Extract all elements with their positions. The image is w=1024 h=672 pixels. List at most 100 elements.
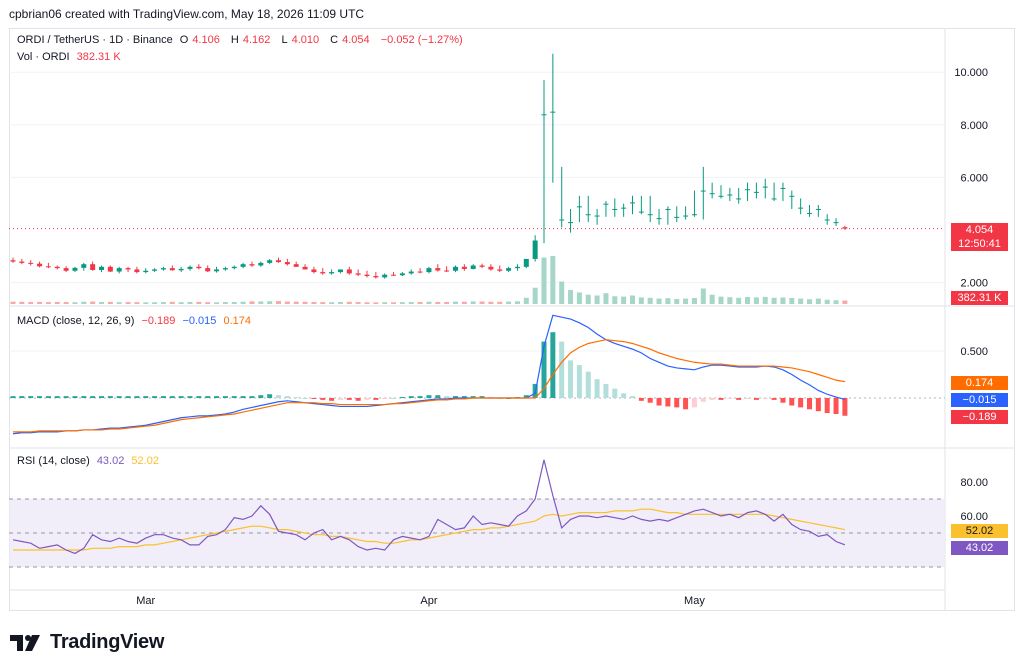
candle-body: [753, 191, 759, 193]
volume-bar: [231, 301, 237, 304]
candle-body: [37, 263, 43, 267]
macd-histogram-bar: [700, 398, 706, 402]
candle-body: [789, 195, 795, 197]
candle-body: [134, 269, 140, 273]
candle-body: [762, 186, 768, 188]
volume-bar: [789, 297, 795, 304]
macd-histogram-bar: [311, 398, 317, 399]
tradingview-logo-icon: [10, 634, 40, 651]
volume-bar: [72, 302, 78, 304]
candle-body: [523, 258, 529, 267]
candle-body: [709, 193, 715, 195]
macd-histogram-bar: [745, 398, 751, 399]
rsi-label[interactable]: RSI (14, close): [17, 455, 90, 467]
candle-body: [435, 268, 441, 271]
volume-bar: [116, 302, 122, 304]
candle-body: [231, 266, 237, 269]
volume-label[interactable]: Vol · ORDI: [17, 51, 70, 63]
macd-histogram-bar: [28, 396, 34, 398]
macd-histogram-bar: [647, 398, 653, 403]
last-price-text: 4.054: [965, 224, 994, 236]
volume-bar: [815, 298, 821, 304]
macd-histogram-bar: [54, 396, 60, 398]
volume-bar: [691, 297, 697, 304]
volume-bar: [19, 301, 25, 304]
macd-histogram-bar: [205, 396, 211, 398]
macd-histogram-bar: [45, 396, 51, 398]
candle-body: [674, 216, 680, 218]
candle-body: [346, 269, 352, 274]
macd-tick-label: 0.500: [960, 346, 988, 358]
macd-histogram-bar: [753, 398, 759, 400]
macd-line-value: −0.015: [182, 315, 217, 327]
countdown-badge: 12:50:41: [951, 237, 1008, 251]
candle-body: [45, 266, 51, 268]
volume-bar: [594, 295, 600, 304]
volume-bar: [134, 302, 140, 304]
volume-bar: [497, 301, 503, 304]
macd-histogram-bar: [798, 398, 804, 408]
macd-line-badge-text: −0.015: [962, 394, 997, 406]
macd-histogram-bar: [674, 398, 680, 408]
volume-bar: [435, 301, 441, 304]
time-axis-label: Apr: [420, 595, 437, 607]
candle-body: [771, 198, 777, 200]
macd-histogram-bar: [727, 398, 733, 399]
macd-line-badge: −0.015: [951, 393, 1008, 407]
macd-histogram-bar: [196, 396, 202, 398]
volume-bar: [621, 296, 627, 304]
macd-histogram-bar: [187, 396, 193, 398]
volume-bar: [187, 301, 193, 304]
close-value: 4.054: [342, 34, 370, 46]
volume-bar: [382, 302, 388, 304]
candle-body: [152, 269, 158, 271]
volume-bar: [37, 301, 43, 304]
volume-bar: [214, 302, 220, 304]
volume-bar: [541, 257, 547, 304]
price-change: −0.052 (−1.27%): [380, 34, 463, 46]
volume-bar: [346, 301, 352, 304]
volume-bar: [311, 301, 317, 304]
volume-bar: [798, 298, 804, 304]
volume-bar: [638, 297, 644, 304]
close-label: C: [330, 34, 339, 46]
candle-body: [19, 261, 25, 263]
candle-body: [532, 240, 538, 259]
candle-body: [727, 194, 733, 196]
volume-bar: [373, 302, 379, 304]
candle-body: [453, 266, 458, 271]
macd-signal-badge-text: 0.174: [965, 377, 994, 389]
candle-body: [488, 266, 494, 270]
volume-bar: [169, 301, 175, 304]
candle-body: [373, 276, 379, 278]
macd-histogram-bar: [807, 398, 812, 410]
volume-bar: [514, 301, 520, 304]
macd-signal-value: 0.174: [223, 315, 251, 327]
candle-body: [196, 266, 202, 269]
macd-histogram-bar: [107, 396, 113, 398]
volume-bar: [576, 292, 582, 304]
candle-body: [125, 268, 131, 270]
macd-histogram-bar: [81, 396, 87, 398]
volume-bar: [364, 302, 370, 304]
time-axis-label: May: [684, 595, 705, 607]
volume-badge-text: 382.31 K: [957, 292, 1002, 304]
candle-body: [382, 274, 388, 278]
candle-body: [107, 266, 113, 272]
macd-histogram-bar: [780, 398, 786, 403]
macd-histogram-bar: [391, 398, 397, 399]
macd-histogram-bar: [355, 398, 361, 401]
volume-bar: [10, 301, 16, 304]
rsi-ma-badge-text: 52.02: [965, 525, 994, 537]
tradingview-logo[interactable]: TradingView: [10, 631, 164, 654]
rsi-ma-value: 52.02: [131, 455, 159, 467]
volume-bar: [276, 301, 281, 304]
symbol-title[interactable]: ORDI / TetherUS · 1D · Binance: [17, 34, 173, 46]
macd-histogram-bar: [231, 396, 237, 398]
candle-body: [550, 111, 556, 113]
volume-bar: [99, 301, 104, 304]
candle-body: [780, 187, 786, 189]
candle-body: [267, 260, 273, 263]
volume-bar: [674, 298, 680, 304]
macd-label[interactable]: MACD (close, 12, 26, 9): [17, 315, 134, 327]
